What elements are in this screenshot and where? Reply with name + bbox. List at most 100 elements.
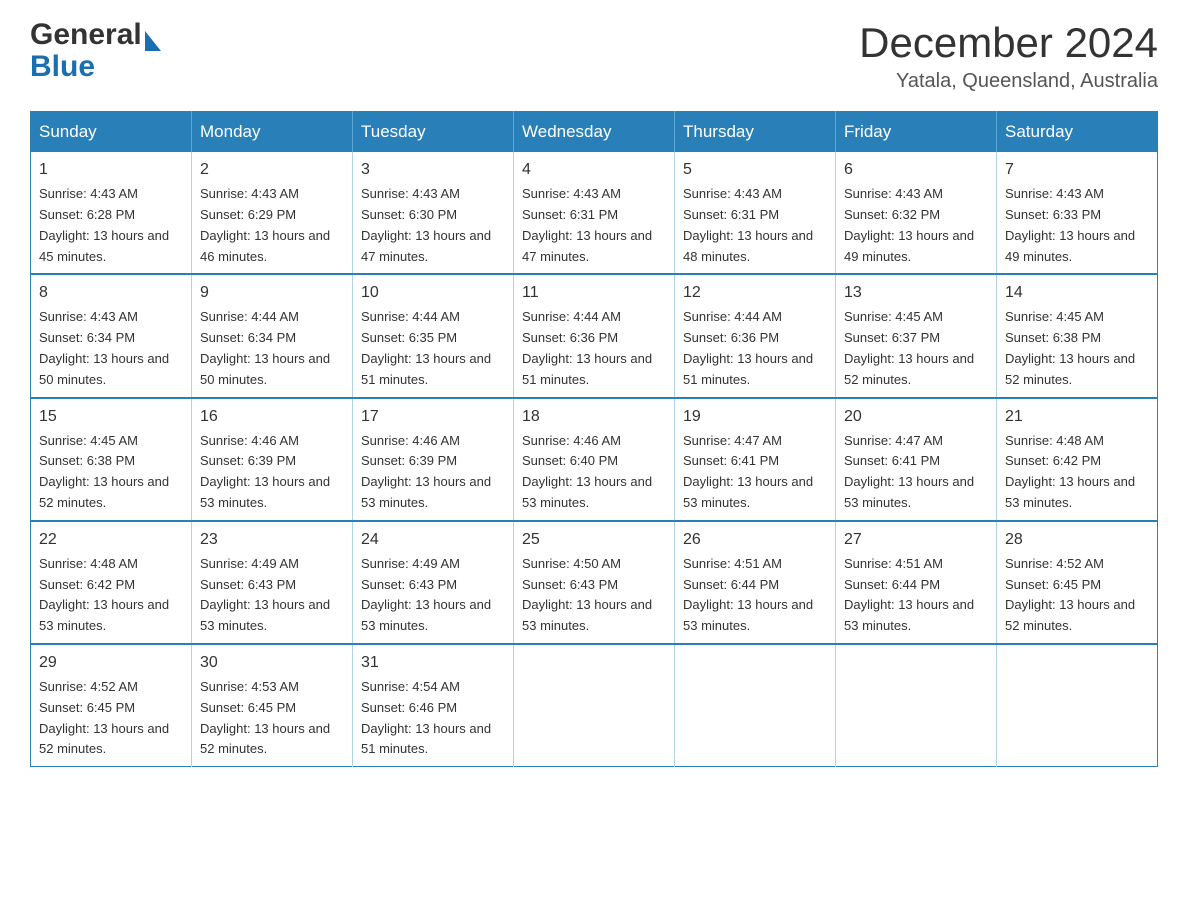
day-number: 10 xyxy=(361,281,505,305)
day-detail: Sunrise: 4:43 AMSunset: 6:28 PMDaylight:… xyxy=(39,186,169,263)
day-detail: Sunrise: 4:44 AMSunset: 6:34 PMDaylight:… xyxy=(200,309,330,386)
calendar-cell: 24 Sunrise: 4:49 AMSunset: 6:43 PMDayligh… xyxy=(353,521,514,644)
calendar-cell: 27 Sunrise: 4:51 AMSunset: 6:44 PMDayligh… xyxy=(836,521,997,644)
day-detail: Sunrise: 4:43 AMSunset: 6:29 PMDaylight:… xyxy=(200,186,330,263)
page-header: General Blue December 2024 Yatala, Queen… xyxy=(30,20,1158,93)
day-detail: Sunrise: 4:48 AMSunset: 6:42 PMDaylight:… xyxy=(39,556,169,633)
day-number: 29 xyxy=(39,651,183,675)
calendar-cell: 21 Sunrise: 4:48 AMSunset: 6:42 PMDayligh… xyxy=(997,398,1158,521)
day-number: 9 xyxy=(200,281,344,305)
day-detail: Sunrise: 4:45 AMSunset: 6:38 PMDaylight:… xyxy=(1005,309,1135,386)
day-header-friday: Friday xyxy=(836,112,997,153)
day-detail: Sunrise: 4:50 AMSunset: 6:43 PMDaylight:… xyxy=(522,556,652,633)
calendar-cell: 1Sunrise: 4:43 AMSunset: 6:28 PMDaylight… xyxy=(31,152,192,274)
day-header-tuesday: Tuesday xyxy=(353,112,514,153)
logo-general-text: General xyxy=(30,20,142,50)
day-detail: Sunrise: 4:46 AMSunset: 6:40 PMDaylight:… xyxy=(522,433,652,510)
day-detail: Sunrise: 4:43 AMSunset: 6:32 PMDaylight:… xyxy=(844,186,974,263)
calendar-cell: 25Sunrise: 4:50 AMSunset: 6:43 PMDayligh… xyxy=(514,521,675,644)
calendar-cell: 31 Sunrise: 4:54 AMSunset: 6:46 PMDayligh… xyxy=(353,644,514,767)
day-detail: Sunrise: 4:48 AMSunset: 6:42 PMDaylight:… xyxy=(1005,433,1135,510)
calendar-week-row: 8 Sunrise: 4:43 AMSunset: 6:34 PMDaylight… xyxy=(31,274,1158,397)
day-header-thursday: Thursday xyxy=(675,112,836,153)
day-number: 30 xyxy=(200,651,344,675)
calendar-cell: 13 Sunrise: 4:45 AMSunset: 6:37 PMDayligh… xyxy=(836,274,997,397)
calendar-cell: 6 Sunrise: 4:43 AMSunset: 6:32 PMDaylight… xyxy=(836,152,997,274)
day-header-sunday: Sunday xyxy=(31,112,192,153)
day-detail: Sunrise: 4:53 AMSunset: 6:45 PMDaylight:… xyxy=(200,679,330,756)
calendar-week-row: 29 Sunrise: 4:52 AMSunset: 6:45 PMDayligh… xyxy=(31,644,1158,767)
day-detail: Sunrise: 4:54 AMSunset: 6:46 PMDaylight:… xyxy=(361,679,491,756)
calendar-cell: 29 Sunrise: 4:52 AMSunset: 6:45 PMDayligh… xyxy=(31,644,192,767)
calendar-table: SundayMondayTuesdayWednesdayThursdayFrid… xyxy=(30,111,1158,767)
day-number: 24 xyxy=(361,528,505,552)
day-number: 13 xyxy=(844,281,988,305)
day-number: 23 xyxy=(200,528,344,552)
calendar-cell: 16 Sunrise: 4:46 AMSunset: 6:39 PMDayligh… xyxy=(192,398,353,521)
calendar-title: December 2024 xyxy=(859,20,1158,66)
day-number: 18 xyxy=(522,405,666,429)
day-number: 22 xyxy=(39,528,183,552)
day-detail: Sunrise: 4:49 AMSunset: 6:43 PMDaylight:… xyxy=(361,556,491,633)
calendar-cell: 8 Sunrise: 4:43 AMSunset: 6:34 PMDaylight… xyxy=(31,274,192,397)
day-detail: Sunrise: 4:49 AMSunset: 6:43 PMDaylight:… xyxy=(200,556,330,633)
day-detail: Sunrise: 4:43 AMSunset: 6:31 PMDaylight:… xyxy=(683,186,813,263)
calendar-cell: 15Sunrise: 4:45 AMSunset: 6:38 PMDayligh… xyxy=(31,398,192,521)
day-detail: Sunrise: 4:43 AMSunset: 6:34 PMDaylight:… xyxy=(39,309,169,386)
calendar-cell: 2 Sunrise: 4:43 AMSunset: 6:29 PMDaylight… xyxy=(192,152,353,274)
calendar-cell: 20 Sunrise: 4:47 AMSunset: 6:41 PMDayligh… xyxy=(836,398,997,521)
calendar-week-row: 15Sunrise: 4:45 AMSunset: 6:38 PMDayligh… xyxy=(31,398,1158,521)
title-section: December 2024 Yatala, Queensland, Austra… xyxy=(859,20,1158,93)
day-detail: Sunrise: 4:47 AMSunset: 6:41 PMDaylight:… xyxy=(844,433,974,510)
calendar-cell: 10 Sunrise: 4:44 AMSunset: 6:35 PMDayligh… xyxy=(353,274,514,397)
calendar-week-row: 22 Sunrise: 4:48 AMSunset: 6:42 PMDayligh… xyxy=(31,521,1158,644)
calendar-cell: 3Sunrise: 4:43 AMSunset: 6:30 PMDaylight… xyxy=(353,152,514,274)
day-number: 31 xyxy=(361,651,505,675)
day-detail: Sunrise: 4:44 AMSunset: 6:36 PMDaylight:… xyxy=(683,309,813,386)
calendar-cell: 11Sunrise: 4:44 AMSunset: 6:36 PMDayligh… xyxy=(514,274,675,397)
calendar-cell: 28Sunrise: 4:52 AMSunset: 6:45 PMDayligh… xyxy=(997,521,1158,644)
day-number: 20 xyxy=(844,405,988,429)
day-detail: Sunrise: 4:44 AMSunset: 6:36 PMDaylight:… xyxy=(522,309,652,386)
day-number: 8 xyxy=(39,281,183,305)
day-number: 14 xyxy=(1005,281,1149,305)
calendar-cell: 4Sunrise: 4:43 AMSunset: 6:31 PMDaylight… xyxy=(514,152,675,274)
day-detail: Sunrise: 4:52 AMSunset: 6:45 PMDaylight:… xyxy=(1005,556,1135,633)
day-detail: Sunrise: 4:47 AMSunset: 6:41 PMDaylight:… xyxy=(683,433,813,510)
day-header-saturday: Saturday xyxy=(997,112,1158,153)
day-number: 4 xyxy=(522,158,666,182)
day-number: 2 xyxy=(200,158,344,182)
calendar-cell: 23 Sunrise: 4:49 AMSunset: 6:43 PMDayligh… xyxy=(192,521,353,644)
calendar-cell: 14 Sunrise: 4:45 AMSunset: 6:38 PMDayligh… xyxy=(997,274,1158,397)
calendar-cell: 19 Sunrise: 4:47 AMSunset: 6:41 PMDayligh… xyxy=(675,398,836,521)
calendar-cell xyxy=(514,644,675,767)
calendar-cell: 26 Sunrise: 4:51 AMSunset: 6:44 PMDayligh… xyxy=(675,521,836,644)
day-header-monday: Monday xyxy=(192,112,353,153)
calendar-cell: 17Sunrise: 4:46 AMSunset: 6:39 PMDayligh… xyxy=(353,398,514,521)
day-number: 26 xyxy=(683,528,827,552)
day-number: 21 xyxy=(1005,405,1149,429)
day-detail: Sunrise: 4:52 AMSunset: 6:45 PMDaylight:… xyxy=(39,679,169,756)
day-detail: Sunrise: 4:51 AMSunset: 6:44 PMDaylight:… xyxy=(844,556,974,633)
calendar-cell: 22 Sunrise: 4:48 AMSunset: 6:42 PMDayligh… xyxy=(31,521,192,644)
day-detail: Sunrise: 4:44 AMSunset: 6:35 PMDaylight:… xyxy=(361,309,491,386)
day-detail: Sunrise: 4:45 AMSunset: 6:37 PMDaylight:… xyxy=(844,309,974,386)
calendar-cell: 5 Sunrise: 4:43 AMSunset: 6:31 PMDaylight… xyxy=(675,152,836,274)
calendar-subtitle: Yatala, Queensland, Australia xyxy=(859,70,1158,93)
day-number: 19 xyxy=(683,405,827,429)
calendar-week-row: 1Sunrise: 4:43 AMSunset: 6:28 PMDaylight… xyxy=(31,152,1158,274)
day-detail: Sunrise: 4:43 AMSunset: 6:33 PMDaylight:… xyxy=(1005,186,1135,263)
calendar-cell xyxy=(675,644,836,767)
calendar-header-row: SundayMondayTuesdayWednesdayThursdayFrid… xyxy=(31,112,1158,153)
day-number: 17 xyxy=(361,405,505,429)
day-detail: Sunrise: 4:46 AMSunset: 6:39 PMDaylight:… xyxy=(200,433,330,510)
day-number: 27 xyxy=(844,528,988,552)
day-number: 5 xyxy=(683,158,827,182)
calendar-cell: 30 Sunrise: 4:53 AMSunset: 6:45 PMDayligh… xyxy=(192,644,353,767)
day-detail: Sunrise: 4:51 AMSunset: 6:44 PMDaylight:… xyxy=(683,556,813,633)
logo: General Blue xyxy=(30,20,161,84)
day-number: 16 xyxy=(200,405,344,429)
day-number: 7 xyxy=(1005,158,1149,182)
calendar-cell: 7 Sunrise: 4:43 AMSunset: 6:33 PMDaylight… xyxy=(997,152,1158,274)
day-number: 6 xyxy=(844,158,988,182)
